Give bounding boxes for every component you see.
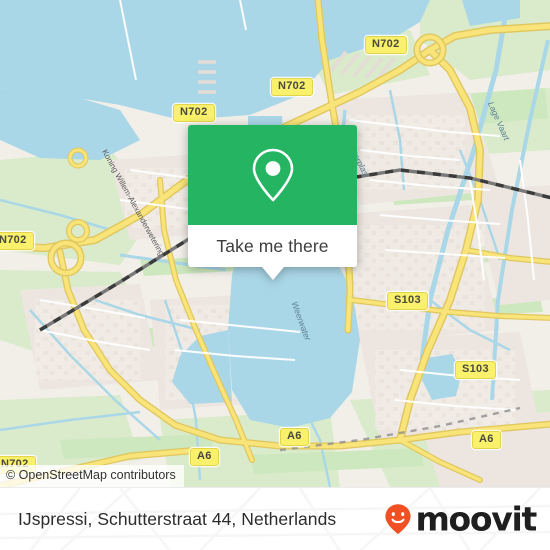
route-shield: S103 bbox=[387, 292, 428, 310]
route-shield: A6 bbox=[280, 428, 309, 446]
route-shield: A6 bbox=[190, 448, 219, 466]
route-shield: N702 bbox=[365, 36, 407, 54]
popup-pointer-tail bbox=[261, 267, 284, 280]
route-shield: S103 bbox=[455, 361, 496, 379]
route-shield: N702 bbox=[271, 78, 313, 96]
osm-attribution[interactable]: © OpenStreetMap contributors bbox=[0, 465, 184, 487]
route-shield: N702 bbox=[0, 232, 34, 250]
place-title: IJspressi, Schutterstraat 44, Netherland… bbox=[18, 508, 337, 529]
popup-icon-panel bbox=[188, 125, 357, 225]
moovit-smiley-pin-icon bbox=[385, 504, 412, 534]
footer-bar: IJspressi, Schutterstraat 44, Netherland… bbox=[0, 487, 550, 550]
moovit-wordmark: moovit bbox=[415, 499, 537, 539]
destination-popup-card[interactable]: Take me there bbox=[188, 125, 357, 280]
map-pin-icon bbox=[252, 148, 293, 202]
route-shield: N702 bbox=[173, 104, 215, 122]
take-me-there-label: Take me there bbox=[216, 235, 329, 256]
moovit-logo[interactable]: moovit bbox=[384, 499, 537, 539]
popup-action-bar[interactable]: Take me there bbox=[188, 225, 357, 280]
map-result-page: N702 N702 N702 N702 N702 S103 S103 A6 A6… bbox=[0, 0, 550, 550]
route-shield: A6 bbox=[472, 431, 501, 449]
